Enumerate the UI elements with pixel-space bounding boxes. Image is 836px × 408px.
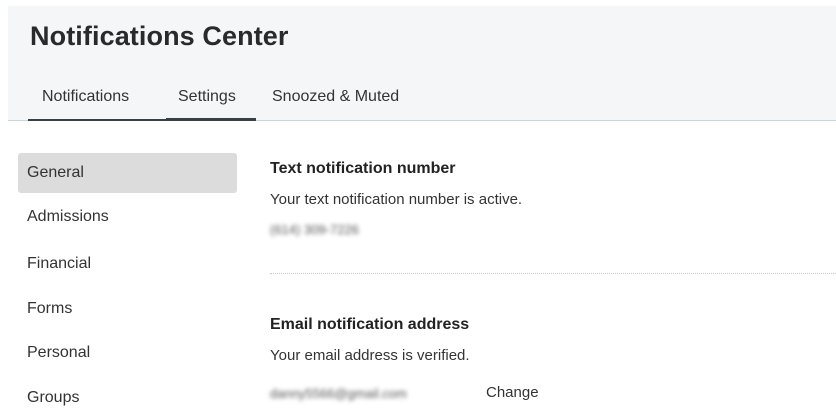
section-divider	[270, 273, 836, 274]
change-email-link[interactable]: Change	[486, 384, 539, 401]
tab-settings[interactable]: Settings	[178, 88, 236, 106]
email-notification-address: danny5566@gmail.com	[270, 386, 407, 401]
sidebar-item-general[interactable]: General	[18, 153, 237, 193]
notifications-center-page: Notifications Center Notifications Setti…	[0, 0, 836, 408]
sidebar-item-financial[interactable]: Financial	[18, 244, 237, 284]
sidebar-item-admissions[interactable]: Admissions	[18, 197, 237, 237]
page-title: Notifications Center	[30, 21, 289, 51]
email-notification-status: Your email address is verified.	[270, 347, 470, 364]
sidebar-item-personal[interactable]: Personal	[18, 333, 237, 373]
tab-snoozed-muted[interactable]: Snoozed & Muted	[272, 88, 399, 106]
tab-notifications-underline	[28, 119, 168, 121]
email-notification-title: Email notification address	[270, 316, 470, 333]
text-notification-number: (614) 309-7226	[270, 222, 359, 237]
tab-notifications[interactable]: Notifications	[42, 88, 129, 106]
text-notification-title: Text notification number	[270, 160, 456, 177]
text-notification-status: Your text notification number is active.	[270, 191, 523, 208]
sidebar-item-forms[interactable]: Forms	[18, 289, 237, 329]
sidebar-item-groups[interactable]: Groups	[18, 378, 237, 408]
page-header: Notifications Center Notifications Setti…	[8, 6, 836, 121]
tab-settings-active-indicator	[166, 118, 256, 121]
